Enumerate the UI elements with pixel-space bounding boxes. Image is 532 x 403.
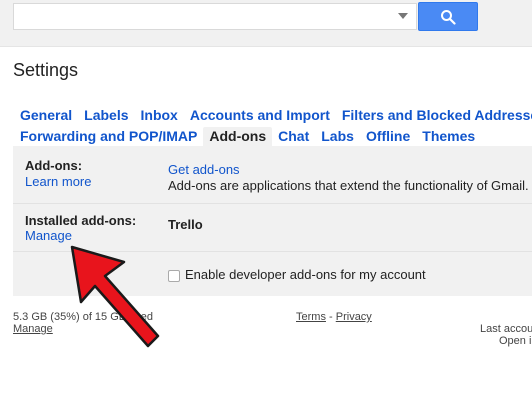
tab-accounts-and-import[interactable]: Accounts and Import <box>184 106 336 125</box>
addons-description: Add-ons are applications that extend the… <box>168 178 529 193</box>
storage-manage-link[interactable]: Manage <box>13 323 53 335</box>
search-button[interactable] <box>418 2 478 31</box>
tab-chat[interactable]: Chat <box>272 127 315 146</box>
tab-filters-and-blocked-addresses[interactable]: Filters and Blocked Addresses <box>336 106 532 125</box>
storage-usage: 5.3 GB (35%) of 15 GB used <box>13 311 154 323</box>
installed-addon-trello[interactable]: Trello <box>168 217 203 232</box>
search-input[interactable] <box>13 3 417 30</box>
get-addons-link[interactable]: Get add-ons <box>168 162 240 177</box>
addons-row: Add-ons: Learn more Get add-ons Add-ons … <box>13 146 532 204</box>
manage-addons-link[interactable]: Manage <box>25 228 72 243</box>
tab-inbox[interactable]: Inbox <box>135 106 184 125</box>
privacy-link[interactable]: Privacy <box>336 311 372 323</box>
tab-add-ons[interactable]: Add-ons <box>203 127 273 146</box>
learn-more-link[interactable]: Learn more <box>25 174 91 189</box>
chevron-down-icon[interactable] <box>398 13 408 19</box>
tab-labels[interactable]: Labels <box>78 106 134 125</box>
tab-labs[interactable]: Labs <box>315 127 360 146</box>
storage-manage-anchor[interactable]: Manage <box>13 323 53 335</box>
tab-general[interactable]: General <box>14 106 78 125</box>
installed-addons-label: Installed add-ons: <box>25 213 137 228</box>
last-account-activity: Last accou <box>480 323 532 335</box>
settings-tabs-row-2: Forwarding and POP/IMAP Add-ons Chat Labs Of… <box>14 127 481 146</box>
tab-themes[interactable]: Themes <box>416 127 481 146</box>
tab-forwarding-pop-imap[interactable]: Forwarding and POP/IMAP <box>14 127 203 146</box>
terms-link[interactable]: Terms <box>296 311 326 323</box>
footer-separator: - <box>329 311 333 323</box>
page-title: Settings <box>13 60 79 80</box>
footer-links: Terms - Privacy <box>296 311 372 323</box>
settings-tabs-row-1: General Labels Inbox Accounts and Import Fil… <box>14 106 532 125</box>
tab-offline[interactable]: Offline <box>360 127 416 146</box>
developer-addons-checkbox[interactable] <box>168 270 180 282</box>
open-in-link[interactable]: Open i <box>499 335 531 347</box>
search-icon <box>441 10 456 25</box>
addons-settings-panel: Add-ons: Learn more Get add-ons Add-ons … <box>13 146 532 296</box>
developer-addons-label: Enable developer add-ons for my account <box>185 267 426 282</box>
top-bar <box>0 0 532 47</box>
installed-addons-row: Installed add-ons: Manage Trello <box>13 203 532 252</box>
addons-label: Add-ons: <box>25 158 83 173</box>
